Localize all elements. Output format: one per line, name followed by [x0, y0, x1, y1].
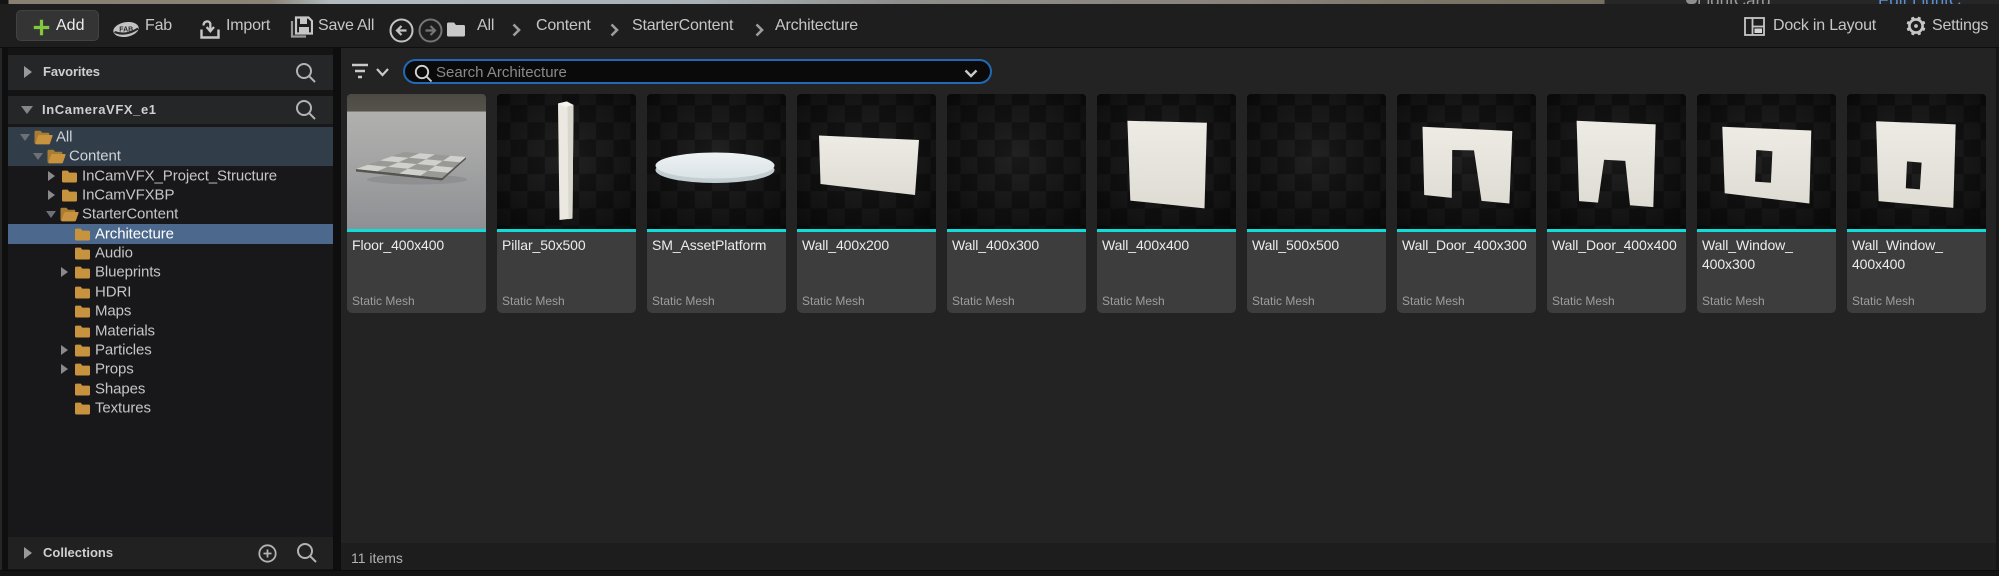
svg-text:FAB: FAB — [119, 27, 133, 34]
